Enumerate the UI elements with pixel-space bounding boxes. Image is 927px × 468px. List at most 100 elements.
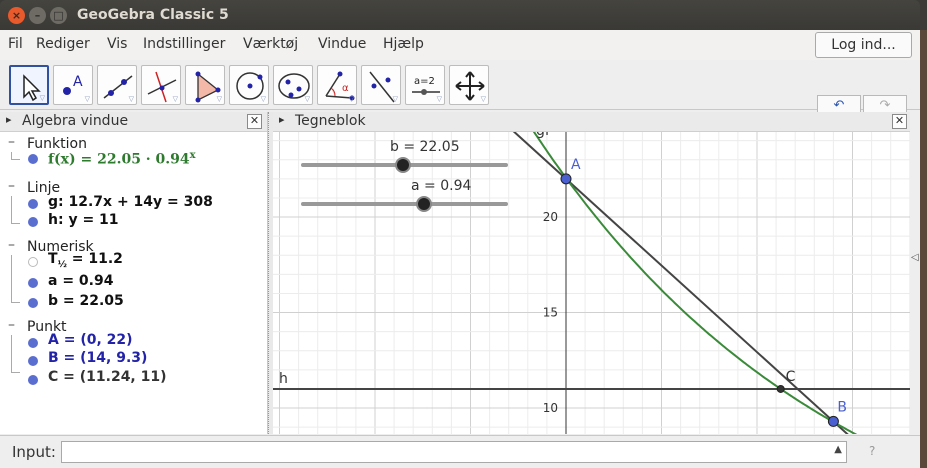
y-tick-label: 10 bbox=[543, 401, 558, 415]
visibility-toggle-b[interactable] bbox=[28, 298, 38, 308]
point-label-A: A bbox=[571, 157, 581, 173]
collapse-arrow-icon[interactable]: ▸ bbox=[6, 113, 12, 126]
thalf-value: = 11.2 bbox=[66, 251, 123, 267]
point-label-B: B bbox=[837, 399, 847, 415]
point-B bbox=[827, 415, 839, 427]
point-C bbox=[776, 384, 785, 393]
menu-vindue[interactable]: Vindue bbox=[318, 36, 366, 52]
maximize-icon: □ bbox=[53, 9, 64, 22]
algebra-title: Algebra vindue bbox=[22, 113, 129, 129]
slider-a-handle bbox=[416, 196, 432, 212]
visibility-toggle-A[interactable] bbox=[28, 338, 38, 348]
f-text: f(x) = 22.05 · 0.94 bbox=[48, 151, 190, 168]
line-tool-button[interactable]: ▽ bbox=[97, 65, 137, 105]
slider-b-label: b = 22.05 bbox=[390, 139, 460, 155]
dropdown-arrow-icon[interactable]: ▲ bbox=[834, 444, 842, 455]
right-collapse-strip[interactable]: ◁ bbox=[910, 112, 920, 434]
point-A bbox=[560, 173, 572, 185]
undo-icon: ↶ bbox=[833, 98, 845, 113]
object-b[interactable]: b = 22.05 bbox=[48, 293, 124, 309]
svg-text:a=2: a=2 bbox=[414, 76, 435, 87]
sliders[interactable]: b = 22.05 a = 0.94 bbox=[301, 139, 508, 212]
move-graphics-tool-button[interactable]: ▽ bbox=[449, 65, 489, 105]
menu-vis[interactable]: Vis bbox=[107, 36, 127, 52]
tree-line bbox=[11, 255, 20, 303]
object-C[interactable]: C = (11.24, 11) bbox=[48, 369, 167, 385]
menu-rediger[interactable]: Rediger bbox=[36, 36, 90, 52]
algebra-close-button[interactable]: ✕ bbox=[247, 114, 262, 129]
window-title: GeoGebra Classic 5 bbox=[77, 7, 229, 23]
grid bbox=[273, 112, 910, 434]
graph-canvas[interactable]: -10-551015101520 gfh ABC b = 22.05a = 0.… bbox=[273, 112, 910, 434]
visibility-toggle-h[interactable] bbox=[28, 217, 38, 227]
visibility-toggle-thalf[interactable] bbox=[28, 257, 38, 267]
perpendicular-tool-button[interactable]: ▽ bbox=[141, 65, 181, 105]
slider-a-label: a = 0.94 bbox=[411, 178, 471, 194]
polygon-tool-button[interactable]: ▽ bbox=[185, 65, 225, 105]
graphics-view[interactable]: ▸ Tegneblok ✕ -10-551015101520 gfh ABC b… bbox=[273, 112, 910, 434]
input-label: Input: bbox=[12, 443, 56, 461]
point-label-C: C bbox=[786, 369, 796, 385]
reflect-tool-button[interactable]: ▽ bbox=[361, 65, 401, 105]
close-button[interactable]: × bbox=[8, 7, 25, 24]
point-tool-button[interactable]: A ▽ bbox=[53, 65, 93, 105]
minimize-icon: – bbox=[34, 9, 41, 22]
redo-icon: ↷ bbox=[879, 98, 891, 113]
slider-tool-button[interactable]: a=2 ▽ bbox=[405, 65, 445, 105]
collapse-icon[interactable]: – bbox=[8, 237, 15, 253]
move-tool-button[interactable]: ▽ bbox=[9, 65, 49, 105]
close-icon: × bbox=[11, 9, 22, 22]
tree-line bbox=[11, 152, 20, 160]
algebra-view: ▸ Algebra vindue ✕ – Funktion f(x) = 22.… bbox=[0, 112, 268, 434]
graphics-close-button[interactable]: ✕ bbox=[892, 114, 907, 129]
visibility-toggle-g[interactable] bbox=[28, 199, 38, 209]
input-bar: Input: ▲ ? bbox=[0, 435, 920, 468]
collapse-arrow-icon[interactable]: ▸ bbox=[279, 113, 285, 126]
y-tick-label: 20 bbox=[543, 210, 558, 224]
thalf-sub: ½ bbox=[57, 259, 67, 270]
f-exponent: x bbox=[189, 150, 196, 161]
conic-tool-button[interactable]: ▽ bbox=[273, 65, 313, 105]
visibility-toggle-C[interactable] bbox=[28, 375, 38, 385]
geogebra-window: × – □ GeoGebra Classic 5 Fil Rediger Vis… bbox=[0, 0, 927, 468]
tree-line bbox=[11, 196, 20, 224]
object-A[interactable]: A = (0, 22) bbox=[48, 332, 133, 348]
menu-bar: Fil Rediger Vis Indstillinger Værktøj Vi… bbox=[0, 30, 920, 60]
login-button[interactable]: Log ind... bbox=[815, 32, 912, 58]
menu-indstillinger[interactable]: Indstillinger bbox=[143, 36, 225, 52]
expand-arrow-icon[interactable]: ◁ bbox=[911, 252, 919, 263]
graphics-header: ▸ Tegneblok ✕ bbox=[273, 112, 910, 132]
input-help-icon[interactable]: ? bbox=[869, 444, 875, 458]
visibility-toggle-B[interactable] bbox=[28, 356, 38, 366]
slider-b-handle bbox=[395, 157, 411, 173]
object-B[interactable]: B = (14, 9.3) bbox=[48, 350, 147, 366]
menu-vaerktoej[interactable]: Værktøj bbox=[243, 36, 298, 52]
minimize-button[interactable]: – bbox=[29, 7, 46, 24]
object-g[interactable]: g: 12.7x + 14y = 308 bbox=[48, 194, 213, 210]
visibility-toggle-a[interactable] bbox=[28, 278, 38, 288]
object-a[interactable]: a = 0.94 bbox=[48, 273, 113, 289]
angle-tool-button[interactable]: α ▽ bbox=[317, 65, 357, 105]
graphics-title: Tegneblok bbox=[295, 113, 366, 129]
object-h[interactable]: h: y = 11 bbox=[48, 212, 119, 228]
maximize-button[interactable]: □ bbox=[50, 7, 67, 24]
input-field[interactable]: ▲ bbox=[61, 441, 847, 463]
object-thalf[interactable]: T½ = 11.2 bbox=[48, 251, 123, 270]
object-f[interactable]: f(x) = 22.05 · 0.94x bbox=[48, 150, 196, 168]
toolbar: ▽ A ▽ ▽ ▽ ▽ ▽ ▽ α ▽ ▽ a=2 ▽ ▽ ↶ ↷ bbox=[0, 62, 920, 134]
circle-tool-button[interactable]: ▽ bbox=[229, 65, 269, 105]
title-bar: × – □ GeoGebra Classic 5 bbox=[0, 0, 920, 30]
visibility-toggle-f[interactable] bbox=[28, 154, 38, 164]
y-tick-label: 15 bbox=[543, 306, 558, 320]
collapse-icon[interactable]: – bbox=[8, 178, 15, 194]
svg-text:α: α bbox=[342, 83, 349, 94]
line-g bbox=[490, 112, 849, 434]
tree-line bbox=[11, 335, 20, 373]
collapse-icon[interactable]: – bbox=[8, 317, 15, 333]
svg-text:A: A bbox=[73, 74, 83, 90]
menu-fil[interactable]: Fil bbox=[8, 36, 23, 52]
desktop-background bbox=[920, 30, 927, 468]
collapse-icon[interactable]: – bbox=[8, 134, 15, 150]
thalf-text: T bbox=[48, 251, 58, 267]
menu-hjaelp[interactable]: Hjælp bbox=[383, 36, 424, 52]
